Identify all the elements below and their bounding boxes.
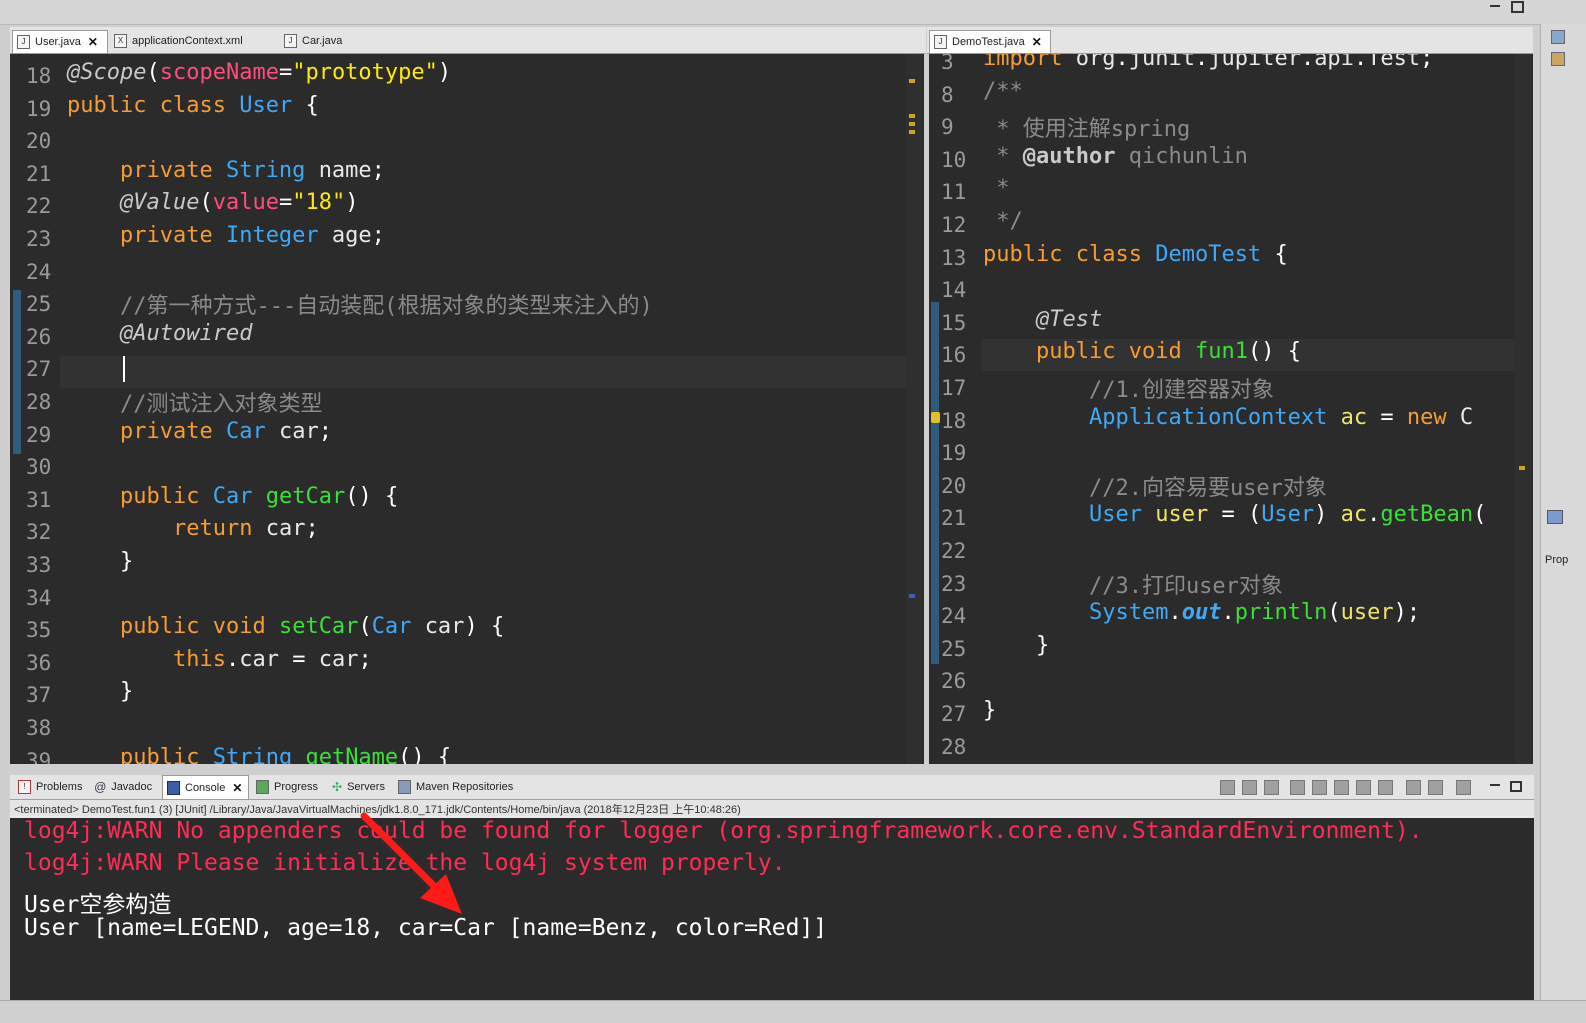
- annotation-arrow: [360, 812, 462, 914]
- status-bar: [0, 1000, 1586, 1023]
